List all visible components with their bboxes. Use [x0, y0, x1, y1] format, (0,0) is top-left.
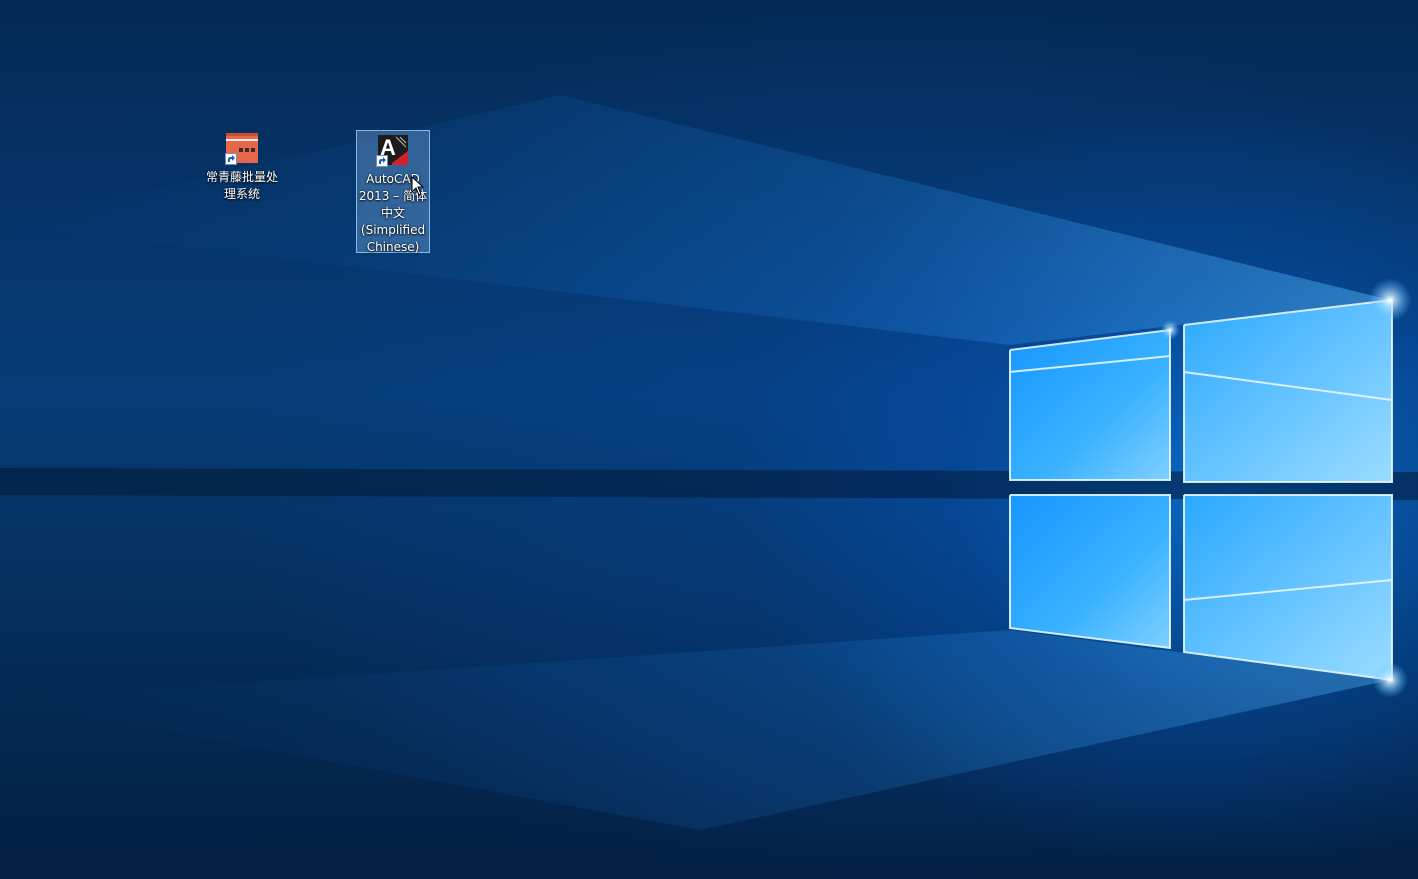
desktop-icon-label: 常青藤批量处理系统 — [206, 170, 279, 201]
shortcut-arrow-icon — [376, 155, 388, 167]
pane-top-left — [1010, 330, 1170, 480]
flare-bottom — [1372, 662, 1408, 698]
flare-top — [1368, 278, 1412, 322]
pane-top-right — [1184, 300, 1392, 482]
light-beam-lower — [0, 630, 1390, 830]
batch-processing-app-icon — [225, 131, 259, 165]
pane-bottom-left — [1010, 495, 1170, 648]
pane-bottom-right — [1184, 495, 1392, 680]
flare-mid — [1160, 320, 1180, 340]
desktop-icon-batch-processing[interactable]: 常青藤批量处理系统 — [205, 129, 279, 207]
desktop-icon-autocad[interactable]: A AutoCAD 2013 – 简体中文 (Simplified Chines… — [356, 130, 430, 254]
shortcut-arrow-icon — [225, 153, 237, 165]
autocad-icon: A — [376, 133, 410, 167]
desktop[interactable]: 常青藤批量处理系统 A AutoCAD 2013 – 简体中文 (Simplif… — [0, 0, 1418, 879]
desktop-icon-label: AutoCAD 2013 – 简体中文 (Simplified Chinese) — [358, 172, 428, 254]
